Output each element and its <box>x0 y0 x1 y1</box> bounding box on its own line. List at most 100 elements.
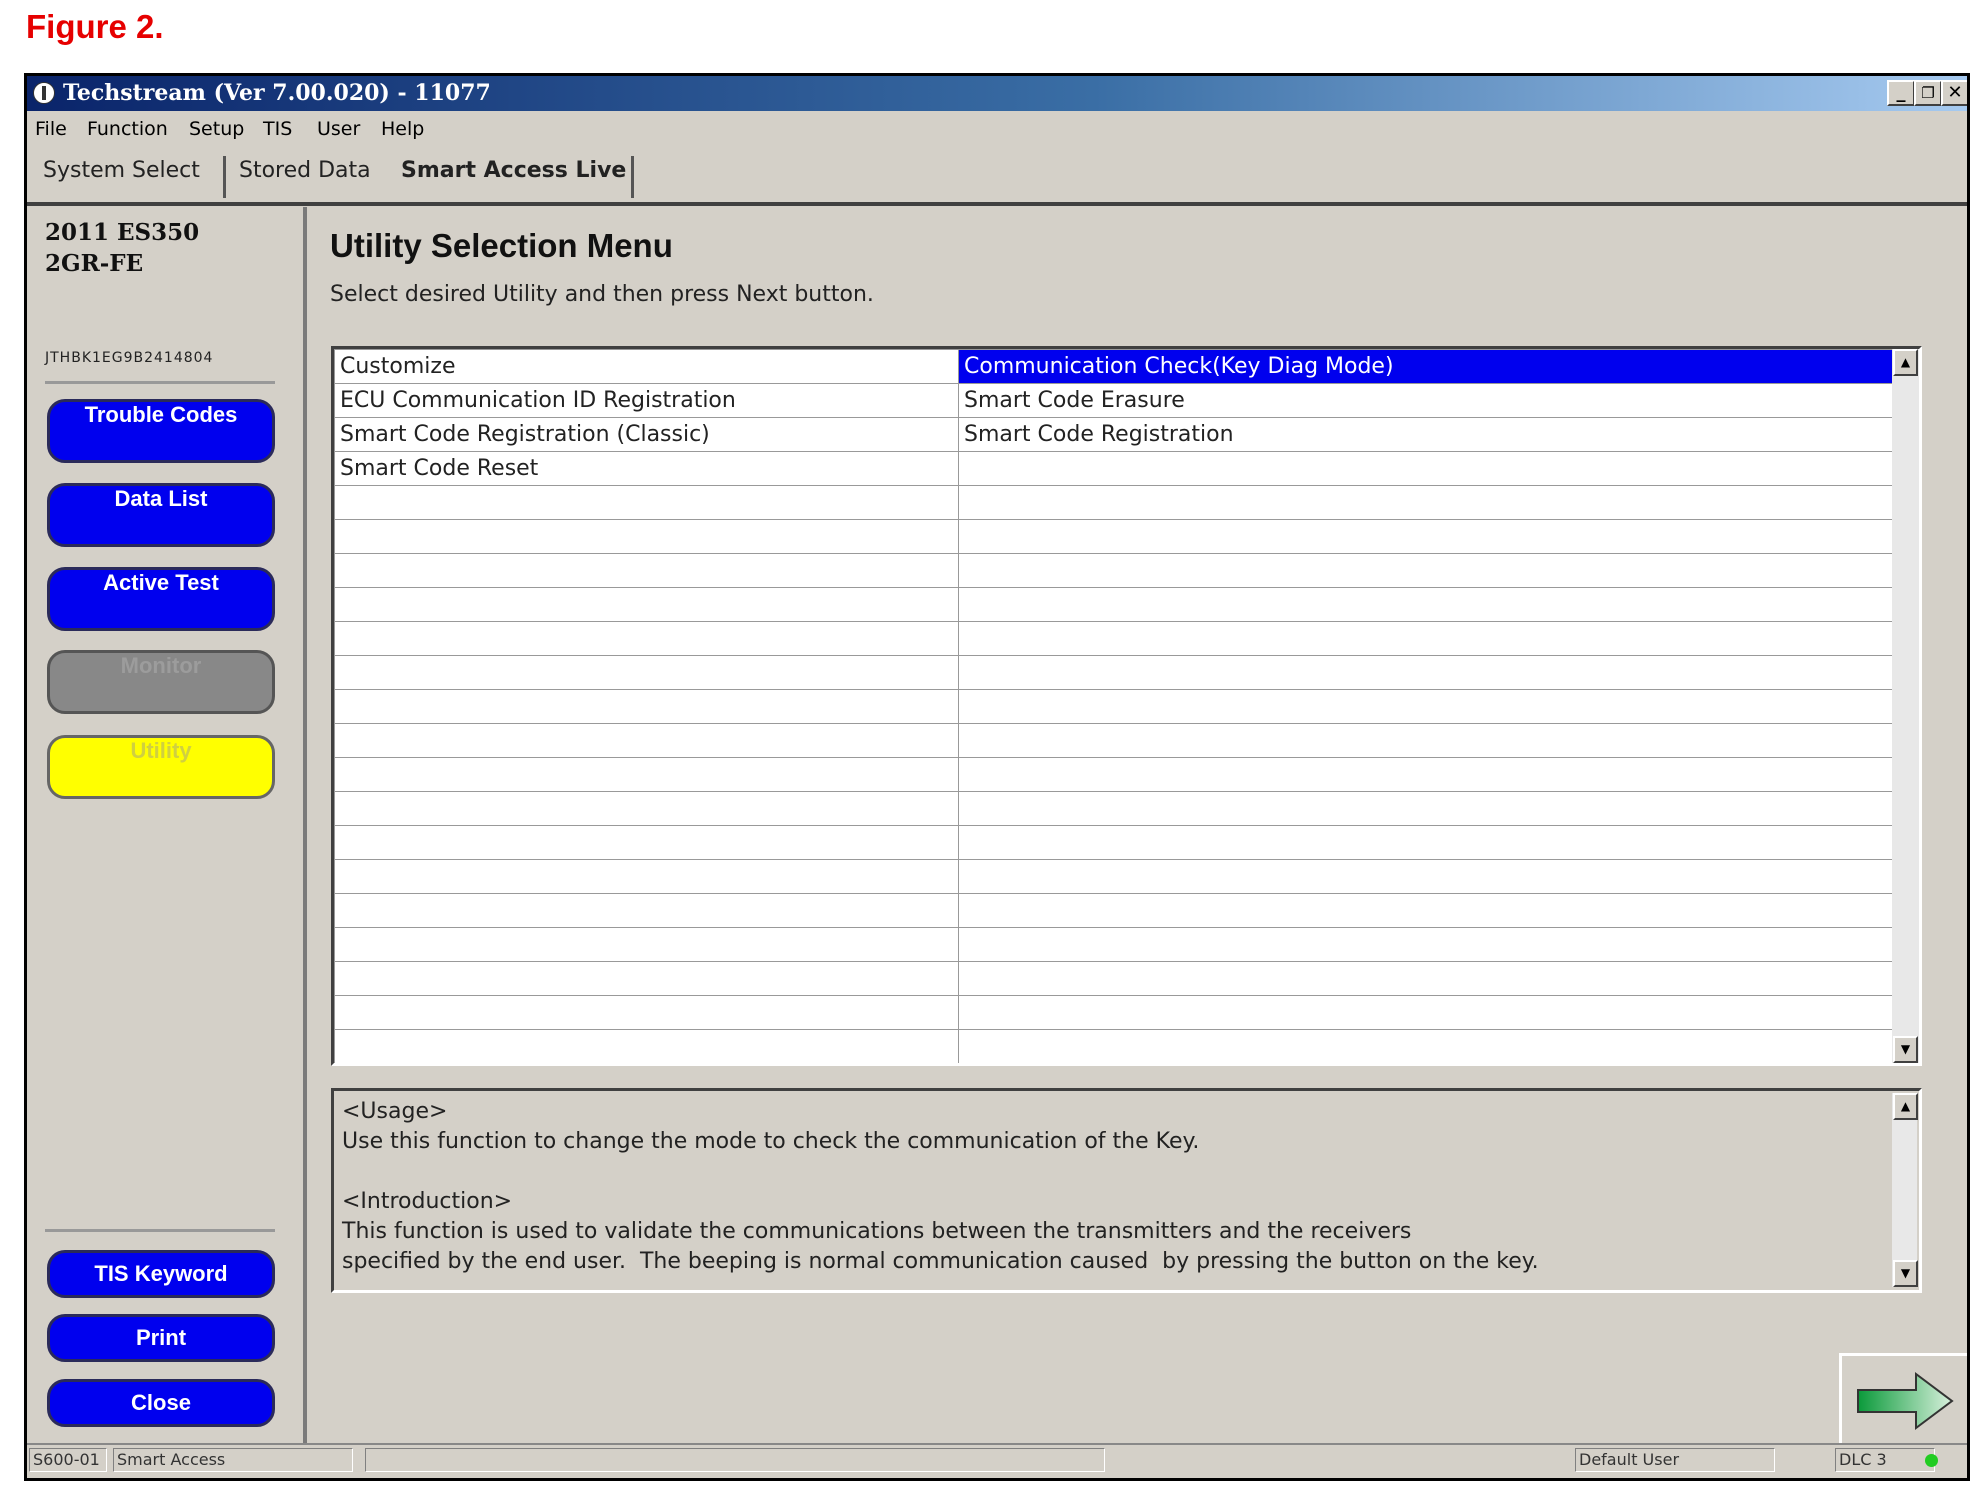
empty-row <box>334 655 1918 690</box>
utility-row[interactable]: Smart Code Registration (Classic) Smart C… <box>334 417 1918 452</box>
empty-cell <box>958 1029 1918 1063</box>
print-button[interactable]: Print <box>47 1314 275 1362</box>
vehicle-info: 2011 ES350 2GR-FE <box>45 217 199 279</box>
empty-cell <box>334 927 959 962</box>
empty-row <box>334 1029 1918 1063</box>
utility-row[interactable]: Smart Code Reset <box>334 451 1918 486</box>
utility-option[interactable]: Smart Code Registration <box>958 417 1918 452</box>
utility-option[interactable]: Smart Code Registration (Classic) <box>334 417 959 452</box>
next-button[interactable] <box>1839 1353 1967 1449</box>
menu-setup[interactable]: Setup <box>189 118 244 140</box>
empty-cell <box>958 791 1918 826</box>
empty-cell <box>334 723 959 758</box>
empty-row <box>334 927 1918 962</box>
close-button[interactable]: Close <box>47 1379 275 1427</box>
empty-cell <box>958 655 1918 690</box>
empty-cell <box>958 689 1918 724</box>
divider <box>45 381 275 384</box>
trouble-codes-button[interactable]: Trouble Codes <box>47 399 275 463</box>
status-code: S600-01 <box>29 1448 107 1472</box>
empty-cell <box>958 927 1918 962</box>
utility-option[interactable]: Customize <box>334 349 959 384</box>
list-scrollbar[interactable]: ▲ ▼ <box>1892 349 1919 1063</box>
menu-help[interactable]: Help <box>381 118 424 140</box>
status-message <box>365 1448 1105 1472</box>
empty-row <box>334 859 1918 894</box>
empty-cell <box>958 825 1918 860</box>
tab-smart-access-live[interactable]: Smart Access Live <box>401 158 626 183</box>
close-window-button[interactable]: ✕ <box>1941 80 1967 106</box>
active-test-button[interactable]: Active Test <box>47 567 275 631</box>
empty-row <box>334 893 1918 928</box>
utility-option[interactable]: Smart Code Reset <box>334 451 959 486</box>
empty-cell <box>334 689 959 724</box>
empty-cell <box>958 995 1918 1030</box>
description-text: <Usage> Use this function to change the m… <box>342 1097 1539 1277</box>
figure-caption: Figure 2. <box>26 8 164 45</box>
empty-row <box>334 553 1918 588</box>
empty-cell <box>958 553 1918 588</box>
page-title: Utility Selection Menu <box>330 227 673 264</box>
tab-system-select[interactable]: System Select <box>43 158 200 183</box>
tab-stored-data[interactable]: Stored Data <box>239 158 371 183</box>
empty-cell <box>958 451 1918 486</box>
empty-cell <box>334 995 959 1030</box>
usage-text: Use this function to change the mode to … <box>342 1129 1200 1154</box>
empty-cell <box>958 723 1918 758</box>
tis-keyword-button[interactable]: TIS Keyword <box>47 1250 275 1298</box>
empty-cell <box>334 655 959 690</box>
utility-button[interactable]: Utility <box>47 735 275 799</box>
techstream-window: Techstream (Ver 7.00.020) - 11077 _ ❐ ✕ … <box>24 73 1970 1481</box>
introduction-line-2: specified by the end user. The beeping i… <box>342 1249 1539 1274</box>
empty-row <box>334 723 1918 758</box>
empty-row <box>334 995 1918 1030</box>
status-system: Smart Access <box>113 1448 353 1472</box>
window-title: Techstream (Ver 7.00.020) - 11077 <box>63 80 491 106</box>
empty-row <box>334 825 1918 860</box>
menu-function[interactable]: Function <box>87 118 168 140</box>
description-scrollbar[interactable]: ▲ ▼ <box>1892 1093 1918 1287</box>
monitor-button[interactable]: Monitor <box>47 650 275 714</box>
menu-tis[interactable]: TIS <box>263 118 292 140</box>
empty-row <box>334 621 1918 656</box>
utility-row[interactable]: Customize Communication Check(Key Diag Mo… <box>334 349 1918 384</box>
empty-row <box>334 757 1918 792</box>
empty-cell <box>334 961 959 996</box>
empty-cell <box>334 859 959 894</box>
data-list-button[interactable]: Data List <box>47 483 275 547</box>
empty-cell <box>958 757 1918 792</box>
minimize-button[interactable]: _ <box>1887 80 1915 106</box>
app-icon <box>33 82 55 104</box>
utility-row[interactable]: ECU Communication ID Registration Smart C… <box>334 383 1918 418</box>
tab-divider <box>631 156 634 198</box>
restore-button[interactable]: ❐ <box>1914 80 1942 106</box>
empty-cell <box>958 485 1918 520</box>
empty-cell <box>958 621 1918 656</box>
next-arrow-icon <box>1857 1372 1954 1430</box>
usage-heading: <Usage> <box>342 1099 448 1124</box>
empty-cell <box>958 859 1918 894</box>
scroll-down-icon[interactable]: ▼ <box>1893 1260 1918 1287</box>
utility-option[interactable]: Communication Check(Key Diag Mode) <box>958 349 1918 384</box>
introduction-line-1: This function is used to validate the co… <box>342 1219 1412 1244</box>
scroll-up-icon[interactable]: ▲ <box>1893 349 1918 376</box>
utility-option[interactable]: ECU Communication ID Registration <box>334 383 959 418</box>
vehicle-model: 2011 ES350 <box>45 219 200 246</box>
empty-cell <box>334 893 959 928</box>
page-subtitle: Select desired Utility and then press Ne… <box>330 282 874 307</box>
main-panel: Utility Selection Menu Select desired Ut… <box>311 207 1967 1449</box>
scroll-up-icon[interactable]: ▲ <box>1893 1093 1918 1120</box>
menu-user[interactable]: User <box>317 118 360 140</box>
empty-row <box>334 519 1918 554</box>
empty-cell <box>958 893 1918 928</box>
empty-cell <box>334 1029 959 1063</box>
empty-row <box>334 791 1918 826</box>
description-box: <Usage> Use this function to change the m… <box>331 1088 1922 1293</box>
scroll-down-icon[interactable]: ▼ <box>1893 1036 1918 1063</box>
menu-file[interactable]: File <box>35 118 67 140</box>
title-bar: Techstream (Ver 7.00.020) - 11077 _ ❐ ✕ <box>27 76 1967 111</box>
utility-option[interactable]: Smart Code Erasure <box>958 383 1918 418</box>
status-connector: DLC 3 <box>1835 1448 1935 1472</box>
tab-bar: System Select Stored Data Smart Access L… <box>27 148 1967 206</box>
empty-cell <box>334 757 959 792</box>
